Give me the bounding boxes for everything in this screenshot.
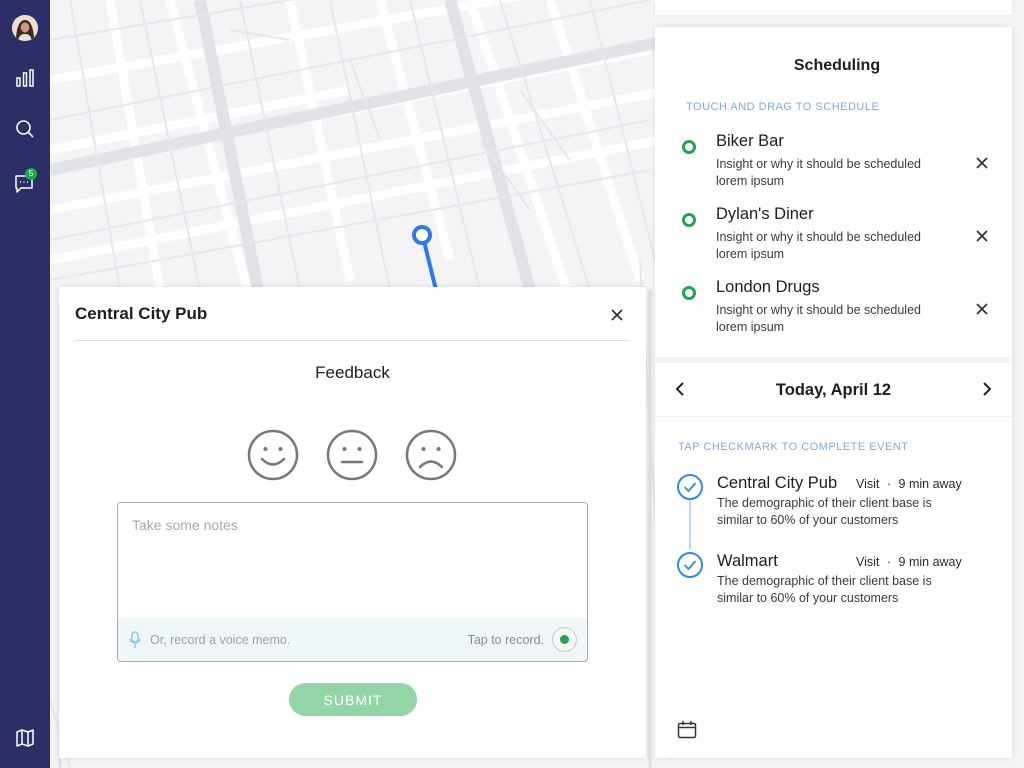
divider <box>75 340 630 341</box>
schedule-item[interactable]: Dylan's Diner Insight or why it should b… <box>655 205 1012 265</box>
schedule-item-name: Biker Bar <box>716 132 784 150</box>
scheduling-panel: Scheduling TOUCH AND DRAG TO SCHEDULE Bi… <box>655 27 1012 758</box>
avatar-image <box>12 15 38 41</box>
feedback-card: Central City Pub Feedback Or, record a <box>59 287 646 758</box>
schedule-item-description: Insight or why it should be scheduled lo… <box>716 157 921 188</box>
remove-icon[interactable] <box>975 156 989 170</box>
date-navigator: Today, April 12 <box>655 363 1012 417</box>
search-nav-button[interactable] <box>0 109 50 149</box>
notes-box: Or, record a voice memo. Tap to record. <box>117 502 588 662</box>
feedback-card-title: Central City Pub <box>75 304 208 323</box>
schedule-item[interactable]: Biker Bar Insight or why it should be sc… <box>655 132 1012 192</box>
meta-separator: · <box>886 555 892 569</box>
event-instruction: TAP CHECKMARK TO COMPLETE EVENT <box>678 441 909 453</box>
submit-button[interactable]: SUBMIT <box>289 683 417 716</box>
microphone-icon <box>128 630 142 648</box>
complete-event-button[interactable] <box>677 474 703 500</box>
status-dot-icon <box>682 286 696 300</box>
close-icon[interactable] <box>609 307 625 323</box>
event-meta: Visit · 9 min away <box>856 555 962 569</box>
avatar[interactable] <box>0 8 50 48</box>
event-item: Walmart Visit · 9 min away The demograph… <box>655 552 1012 622</box>
message-count-badge: 5 <box>25 168 37 180</box>
event-meta: Visit · 9 min away <box>856 477 962 491</box>
collapsed-panel <box>655 0 1012 15</box>
route-pin <box>412 225 432 245</box>
search-icon <box>16 120 34 138</box>
event-description: The demographic of their client base is … <box>717 574 932 605</box>
checkmark-icon <box>683 560 697 571</box>
complete-event-button[interactable] <box>677 552 703 578</box>
event-name: Walmart <box>717 552 778 570</box>
event-item: Central City Pub Visit · 9 min away The … <box>655 474 1012 544</box>
map-icon <box>16 729 34 747</box>
analytics-nav-button[interactable] <box>0 58 50 98</box>
record-button[interactable] <box>552 627 577 652</box>
checkmark-icon <box>683 482 697 493</box>
current-date: Today, April 12 <box>775 381 892 399</box>
bar-chart-icon <box>16 69 34 87</box>
feedback-heading: Feedback <box>315 363 390 382</box>
status-dot-icon <box>682 213 696 227</box>
voice-memo-placeholder: Or, record a voice memo. <box>150 632 291 647</box>
record-dot-icon <box>560 635 569 644</box>
event-description: The demographic of their client base is … <box>717 496 932 527</box>
happy-face-icon[interactable] <box>247 429 299 481</box>
status-dot-icon <box>682 140 696 154</box>
messages-nav-button[interactable]: 5 <box>0 164 50 204</box>
schedule-instruction: TOUCH AND DRAG TO SCHEDULE <box>686 101 880 113</box>
remove-icon[interactable] <box>975 229 989 243</box>
schedule-item-description: Insight or why it should be scheduled lo… <box>716 230 921 261</box>
notes-input[interactable] <box>118 503 587 618</box>
sidebar: 5 <box>0 0 50 768</box>
chevron-right-icon[interactable] <box>980 380 994 398</box>
scheduling-title: Scheduling <box>793 57 881 74</box>
event-distance: 9 min away <box>898 555 962 569</box>
meta-separator: · <box>886 477 892 491</box>
event-name: Central City Pub <box>717 474 838 492</box>
remove-icon[interactable] <box>975 302 989 316</box>
tap-to-record-label: Tap to record. <box>467 632 544 647</box>
event-type: Visit <box>856 555 880 569</box>
schedule-item-name: London Drugs <box>716 278 820 296</box>
neutral-face-icon[interactable] <box>326 429 378 481</box>
map-nav-button[interactable] <box>0 718 50 758</box>
schedule-item-description: Insight or why it should be scheduled lo… <box>716 303 921 334</box>
event-type: Visit <box>856 477 880 491</box>
schedule-item[interactable]: London Drugs Insight or why it should be… <box>655 278 1012 338</box>
schedule-item-name: Dylan's Diner <box>716 205 814 223</box>
event-distance: 9 min away <box>898 477 962 491</box>
sad-face-icon[interactable] <box>405 429 457 481</box>
calendar-icon[interactable] <box>677 720 697 740</box>
voice-memo-bar: Or, record a voice memo. Tap to record. <box>118 618 587 661</box>
